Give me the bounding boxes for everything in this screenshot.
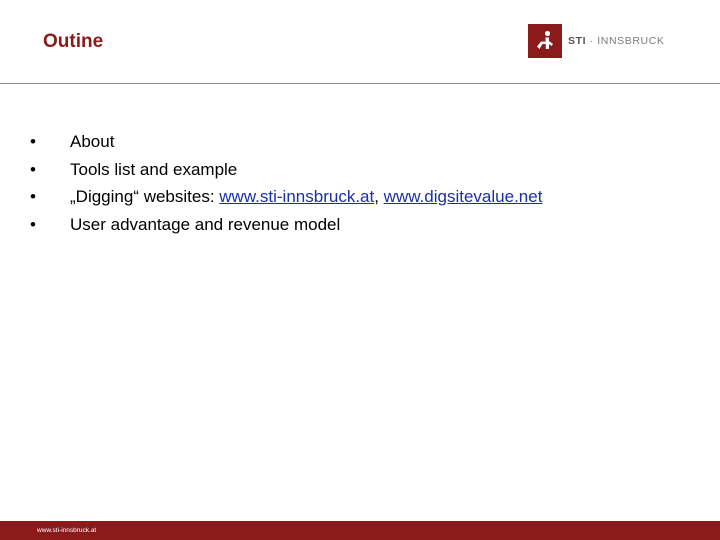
bullet-marker: • xyxy=(30,214,36,234)
slide-title: Outine xyxy=(43,31,104,52)
list-item-text: Tools list and example xyxy=(70,159,238,179)
list-item-prefix: „Digging“ websites: xyxy=(70,187,220,206)
list-item: • User advantage and revenue model xyxy=(30,211,542,239)
sti-logo-text: STI · INNSBRUCK xyxy=(568,35,665,47)
footer-bar: www.sti-innsbruck.at xyxy=(0,521,720,540)
list-item-text: About xyxy=(70,132,115,151)
digsitevalue-link[interactable]: www.digsitevalue.net xyxy=(384,187,543,206)
sti-innsbruck-link[interactable]: www.sti-innsbruck.at xyxy=(219,187,374,206)
sti-logo: STI · INNSBRUCK xyxy=(528,24,665,58)
link-separator: , xyxy=(374,187,384,206)
list-item: • About xyxy=(30,128,542,156)
outline-list: • About • Tools list and example • „Digg… xyxy=(30,128,542,238)
sti-logo-icon xyxy=(528,24,562,58)
list-item: • Tools list and example xyxy=(30,156,542,184)
bullet-marker: • xyxy=(30,159,36,179)
header-divider xyxy=(0,83,720,84)
bullet-marker: • xyxy=(30,132,36,151)
bullet-marker: • xyxy=(30,187,36,206)
footer-url: www.sti-innsbruck.at xyxy=(37,527,97,534)
list-item: • „Digging“ websites: www.sti-innsbruck.… xyxy=(30,183,542,211)
list-item-text: „Digging“ websites: www.sti-innsbruck.at… xyxy=(70,183,542,211)
list-item-text: User advantage and revenue model xyxy=(70,214,341,234)
